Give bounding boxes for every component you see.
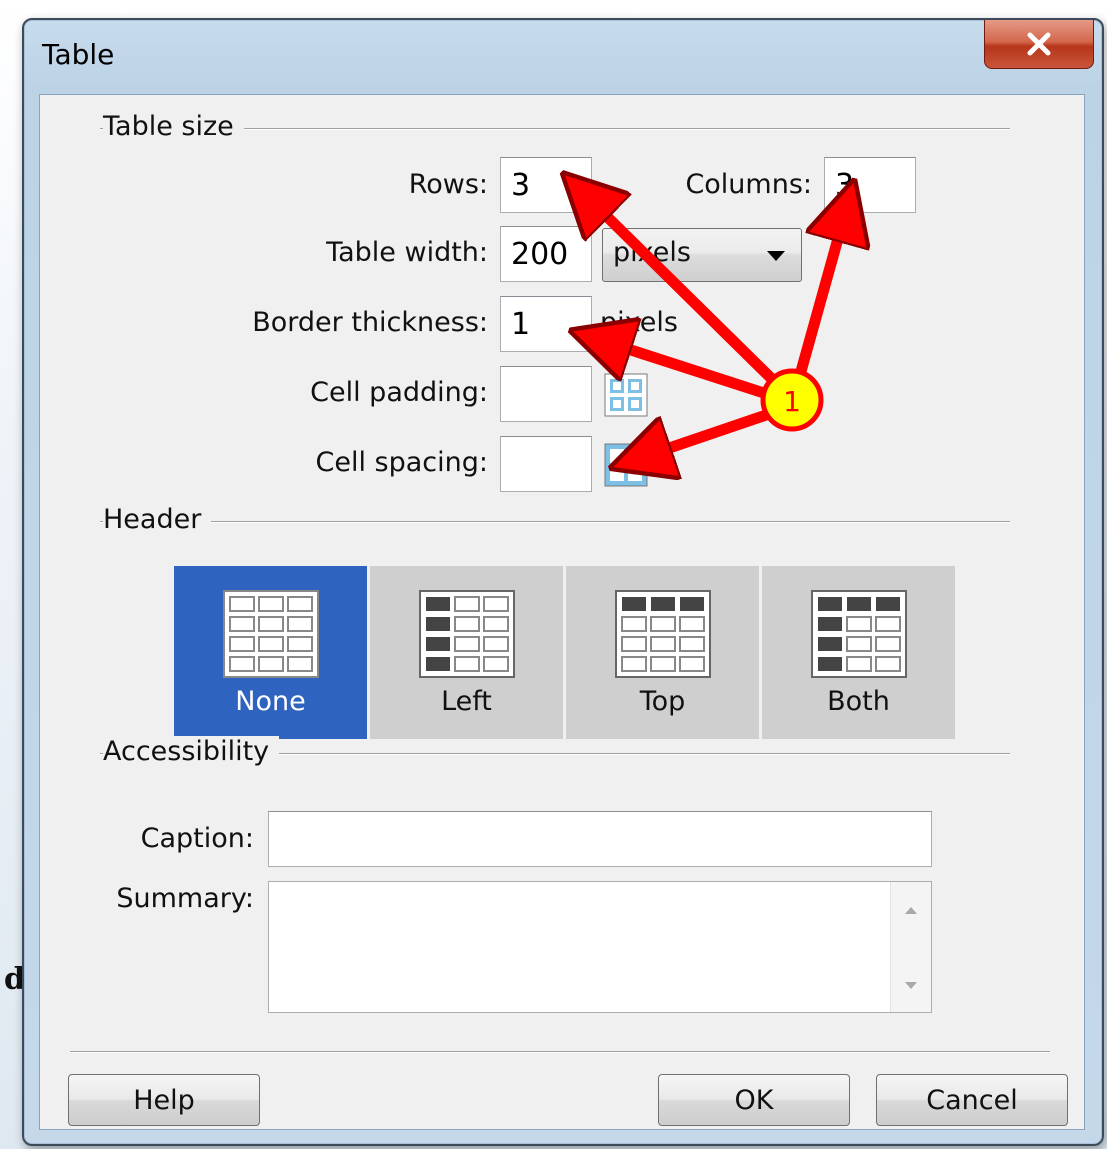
- table-size-title: Table size: [103, 111, 244, 142]
- table-left-header-icon: [418, 590, 515, 678]
- header-option-both-label: Both: [827, 686, 890, 717]
- border-thickness-label: Border thickness:: [252, 307, 488, 338]
- cell-padding-icon: [604, 373, 648, 417]
- header-option-top[interactable]: Top: [566, 566, 759, 739]
- columns-label: Columns:: [685, 169, 812, 200]
- header-option-none-label: None: [235, 686, 306, 717]
- scroll-down-icon[interactable]: [891, 970, 931, 1000]
- columns-input[interactable]: [824, 157, 916, 213]
- close-icon: [1027, 32, 1051, 56]
- caption-input[interactable]: [268, 811, 932, 867]
- caption-label: Caption:: [140, 823, 254, 854]
- header-options: None Left Top Both: [174, 566, 958, 739]
- width-unit-value: pixels: [613, 237, 691, 268]
- table-dialog: Table Table size Rows: Columns: Table wi…: [22, 18, 1104, 1146]
- dialog-title: Table: [42, 38, 115, 71]
- cell-spacing-label: Cell spacing:: [315, 447, 489, 478]
- help-button[interactable]: Help: [68, 1074, 260, 1126]
- cell-spacing-input[interactable]: [500, 436, 592, 492]
- width-unit-select[interactable]: pixels: [602, 228, 802, 282]
- ok-button[interactable]: OK: [658, 1074, 850, 1126]
- header-option-top-label: Top: [639, 686, 686, 717]
- summary-scrollbar[interactable]: [890, 882, 931, 1012]
- dialog-body: Table size Rows: Columns: Table width: p…: [39, 94, 1085, 1130]
- header-option-left[interactable]: Left: [370, 566, 563, 739]
- summary-label: Summary:: [116, 883, 254, 914]
- header-option-none[interactable]: None: [174, 566, 367, 739]
- buttons-divider: [70, 1051, 1050, 1053]
- scroll-up-icon[interactable]: [891, 896, 931, 926]
- close-button[interactable]: [984, 20, 1094, 69]
- summary-textarea[interactable]: [268, 881, 932, 1013]
- header-divider: [100, 521, 1010, 523]
- header-option-both[interactable]: Both: [762, 566, 955, 739]
- header-option-left-label: Left: [441, 686, 492, 717]
- table-top-header-icon: [614, 590, 711, 678]
- header-title: Header: [103, 504, 212, 535]
- table-no-header-icon: [222, 590, 319, 678]
- cell-padding-input[interactable]: [500, 366, 592, 422]
- cancel-button[interactable]: Cancel: [876, 1074, 1068, 1126]
- title-bar[interactable]: Table: [24, 20, 1102, 94]
- cell-padding-label: Cell padding:: [310, 377, 488, 408]
- accessibility-title: Accessibility: [103, 736, 280, 767]
- rows-input[interactable]: [500, 157, 592, 213]
- table-both-header-icon: [810, 590, 907, 678]
- border-unit-label: pixels: [600, 307, 678, 338]
- cell-spacing-icon: [604, 443, 648, 487]
- chevron-down-icon: [767, 251, 785, 261]
- table-width-label: Table width:: [326, 237, 488, 268]
- summary-text: [269, 882, 931, 894]
- border-thickness-input[interactable]: [500, 296, 592, 352]
- rows-label: Rows:: [408, 169, 488, 200]
- table-width-input[interactable]: [500, 226, 592, 282]
